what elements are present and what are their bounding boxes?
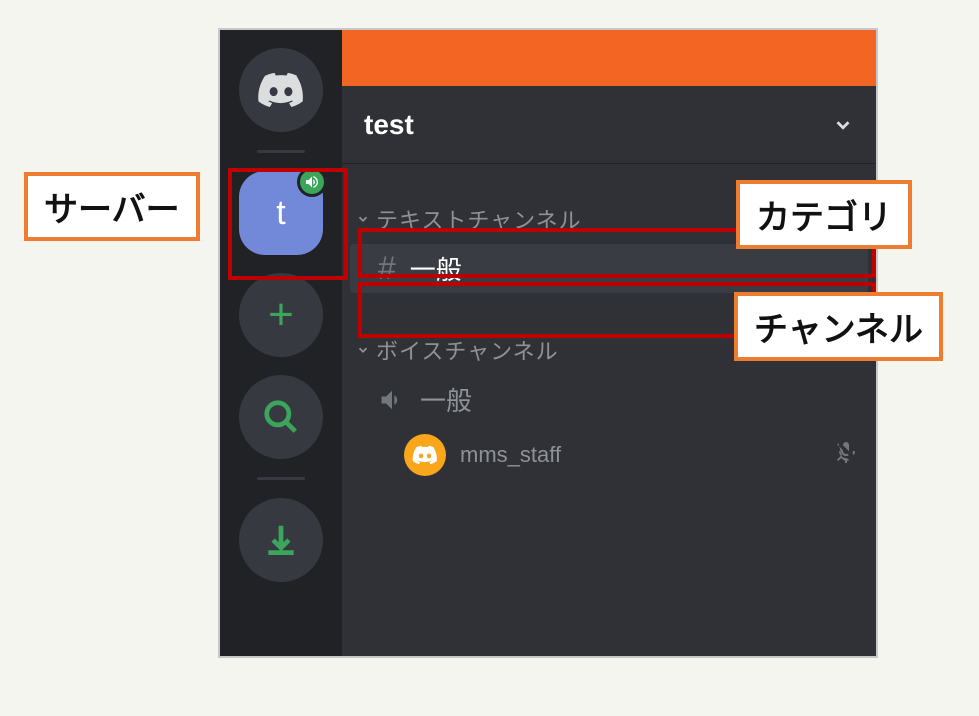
download-icon [262,521,300,559]
hash-icon: # [378,250,396,287]
callout-category: カテゴリ [736,180,912,249]
channel-name: 一般 [410,250,832,287]
rail-separator [257,477,305,480]
server-icon-test[interactable]: t [239,171,323,255]
orange-banner [342,30,876,86]
avatar [404,434,446,476]
voice-active-badge [297,167,327,197]
add-server-button[interactable]: + [239,273,323,357]
server-initial: t [276,194,285,233]
download-apps-button[interactable] [239,498,323,582]
discord-logo-icon [257,71,305,109]
voice-channel-general[interactable]: 一般 [350,375,868,424]
home-button[interactable] [239,48,323,132]
channel-name: 一般 [420,381,854,418]
voice-user-name: mms_staff [460,442,820,468]
chevron-down-icon [832,114,854,136]
muted-icon[interactable] [834,440,858,470]
discord-logo-icon [412,445,438,465]
explore-button[interactable] [239,375,323,459]
callout-channel: チャンネル [734,292,943,361]
callout-server: サーバー [24,172,200,241]
server-name: test [364,109,414,141]
speaker-icon [378,386,406,414]
server-header[interactable]: test [342,86,876,164]
speaker-icon [304,174,320,190]
voice-user-row[interactable]: mms_staff [342,426,876,484]
text-channel-general[interactable]: # 一般 [350,244,868,293]
rail-separator [257,150,305,153]
chevron-down-icon [356,212,370,226]
server-rail: t + [220,30,342,656]
search-icon [262,398,300,436]
chevron-down-icon [356,343,370,357]
